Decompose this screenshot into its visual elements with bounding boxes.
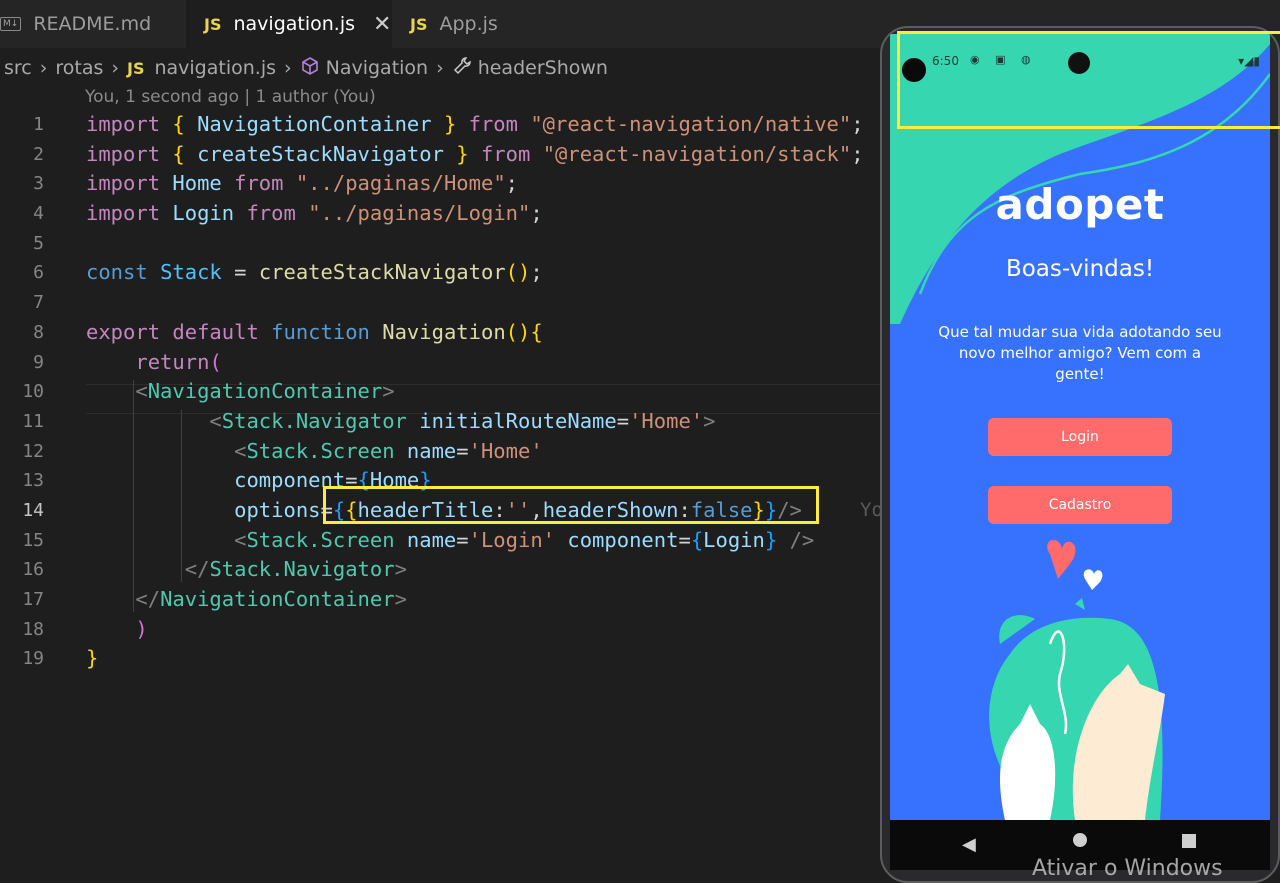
breadcrumb: src › rotas › JS navigation.js › Navigat…	[0, 52, 608, 84]
breadcrumb-item-src[interactable]: src	[4, 57, 32, 79]
highlight-box	[323, 486, 819, 524]
app-logo: adopet	[995, 180, 1165, 229]
chevron-right-icon: ›	[436, 57, 444, 79]
close-icon[interactable]: ✕	[373, 12, 391, 37]
tab-navigation-js[interactable]: JS navigation.js ✕	[186, 0, 392, 48]
line-number: 6	[33, 262, 44, 284]
chevron-right-icon: ›	[39, 57, 48, 79]
code-line: </NavigationContainer>	[135, 587, 407, 611]
code-line: const Stack = createStackNavigator();	[86, 260, 543, 285]
tab-app-js[interactable]: JS App.js	[392, 0, 582, 48]
code-line: <Stack.Navigator initialRouteName='Home'…	[209, 408, 716, 433]
back-icon[interactable]: ◀	[962, 834, 976, 855]
code-editor[interactable]: 1 import { NavigationContainer } from "@r…	[0, 110, 880, 674]
javascript-icon: JS	[126, 58, 145, 78]
code-line: <NavigationContainer>	[135, 379, 395, 404]
javascript-icon: JS	[204, 14, 222, 34]
recents-icon[interactable]	[1182, 834, 1196, 848]
line-number: 16	[22, 559, 44, 581]
tab-readme[interactable]: M↓ README.md	[0, 0, 186, 48]
line-number: 19	[22, 648, 44, 670]
signup-button[interactable]: Cadastro	[988, 486, 1172, 524]
line-number: 10	[22, 381, 44, 403]
line-number: 7	[33, 292, 44, 314]
line-number: 4	[33, 203, 44, 225]
line-number: 12	[22, 440, 44, 462]
breadcrumb-item-rotas[interactable]: rotas	[55, 57, 103, 79]
welcome-title: Boas-vindas!	[1005, 256, 1155, 282]
tab-label: README.md	[33, 13, 152, 35]
tab-label: navigation.js	[233, 13, 356, 35]
app-screen[interactable]: 6:50 ◉ ▣ ◍ ▾◢▮ adopet Boas-vindas! Que t…	[890, 34, 1270, 820]
chevron-right-icon: ›	[284, 57, 292, 79]
code-line: import Login from "../paginas/Login";	[86, 201, 543, 226]
line-number: 1	[33, 114, 44, 135]
welcome-description: Que tal mudar sua vida adotando seu novo…	[938, 323, 1222, 383]
breadcrumb-item-file[interactable]: navigation.js	[154, 57, 276, 79]
line-number: 13	[22, 470, 44, 492]
codelens-blame[interactable]: You, 1 second ago | 1 author (You)	[85, 87, 376, 107]
tab-label: App.js	[439, 13, 498, 35]
code-line: import Home from "../paginas/Home";	[86, 171, 519, 196]
login-button[interactable]: Login	[988, 418, 1172, 456]
javascript-icon: JS	[410, 14, 428, 34]
code-line: import { NavigationContainer } from "@re…	[86, 112, 864, 136]
line-number: 9	[33, 351, 44, 373]
breadcrumb-item-navigation[interactable]: Navigation	[326, 57, 428, 79]
markdown-icon: M↓	[0, 17, 22, 31]
line-number: 17	[22, 589, 44, 610]
line-number: 11	[22, 410, 44, 432]
line-number: 18	[22, 618, 44, 640]
line-number: 8	[33, 321, 44, 343]
code-line: export default function Navigation(){	[86, 319, 543, 344]
code-line: <Stack.Screen name='Home'	[234, 438, 543, 463]
chevron-right-icon: ›	[111, 57, 119, 79]
highlight-box-status-area	[897, 31, 1280, 129]
code-line: </Stack.Navigator>	[184, 557, 407, 582]
code-line: import { createStackNavigator } from "@r…	[86, 141, 864, 166]
wrench-icon	[452, 56, 472, 81]
breadcrumb-item-headershown[interactable]: headerShown	[478, 57, 608, 79]
line-number: 14	[22, 499, 44, 521]
line-number: 5	[33, 232, 44, 254]
windows-activation-watermark: Ativar o Windows	[1032, 856, 1223, 881]
cube-icon	[300, 56, 320, 81]
android-emulator: 6:50 ◉ ▣ ◍ ▾◢▮ adopet Boas-vindas! Que t…	[880, 26, 1280, 883]
code-line: <Stack.Screen name='Login' component={Lo…	[234, 527, 815, 552]
line-number: 3	[33, 173, 44, 195]
code-line: )	[135, 616, 148, 641]
code-line: return(	[135, 349, 222, 374]
line-number: 2	[33, 143, 44, 165]
home-icon[interactable]	[1073, 833, 1087, 847]
line-number: 15	[22, 529, 44, 551]
code-line: }	[86, 646, 99, 671]
